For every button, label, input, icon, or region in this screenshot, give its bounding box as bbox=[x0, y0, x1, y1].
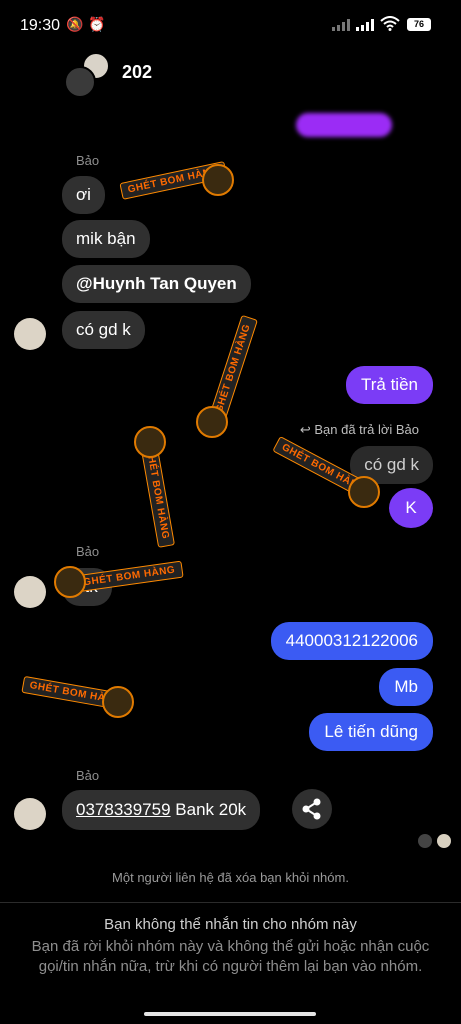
watermark-logo bbox=[196, 406, 228, 438]
seen-avatar bbox=[418, 834, 432, 848]
message-bubble[interactable]: 0378339759 Bank 20k bbox=[62, 790, 261, 830]
status-bar: 19:30 🔕 ⏰ 76 bbox=[0, 0, 461, 50]
message-bubble-outgoing[interactable]: Mb bbox=[379, 668, 433, 706]
message-bubble[interactable]: mik bận bbox=[62, 220, 150, 258]
mute-icon: 🔕 bbox=[66, 16, 84, 32]
alarm-icon: ⏰ bbox=[88, 16, 106, 32]
group-avatar[interactable] bbox=[64, 50, 110, 98]
status-time: 19:30 bbox=[20, 17, 61, 34]
message-bubble[interactable]: có gd k bbox=[62, 311, 145, 349]
message-bubble[interactable]: ơi bbox=[62, 176, 105, 214]
avatar[interactable] bbox=[14, 798, 46, 830]
reply-note-text: Bạn đã trả lời Bảo bbox=[314, 422, 419, 437]
battery-icon: 76 bbox=[407, 18, 431, 31]
blocked-description: Bạn đã rời khỏi nhóm này và không thể gử… bbox=[31, 938, 430, 975]
avatar[interactable] bbox=[14, 576, 46, 608]
blurred-element bbox=[296, 113, 392, 137]
home-indicator bbox=[144, 1012, 316, 1016]
signal2-icon bbox=[356, 18, 376, 34]
sender-name: Bảo bbox=[76, 768, 100, 783]
message-bubble[interactable]: @Huynh Tan Quyen bbox=[62, 265, 251, 303]
blocked-title: Bạn không thể nhắn tin cho nhóm này bbox=[104, 916, 357, 933]
message-bubble-outgoing[interactable]: 44000312122006 bbox=[270, 622, 433, 660]
message-text: Bank 20k bbox=[170, 800, 247, 819]
watermark-logo bbox=[134, 426, 166, 458]
divider bbox=[0, 902, 461, 903]
seen-avatar bbox=[437, 834, 451, 848]
sender-name: Bảo bbox=[76, 544, 100, 559]
message-bubble-outgoing[interactable]: Lê tiến dũng bbox=[309, 713, 433, 751]
watermark-logo bbox=[102, 686, 134, 718]
signal-icon bbox=[332, 18, 352, 34]
group-title[interactable]: 202 bbox=[122, 62, 152, 83]
wifi-icon bbox=[380, 16, 400, 34]
avatar[interactable] bbox=[14, 318, 46, 350]
watermark-logo bbox=[54, 566, 86, 598]
share-icon bbox=[302, 798, 321, 820]
watermark-logo bbox=[202, 164, 234, 196]
watermark-logo bbox=[348, 476, 380, 508]
message-bubble-outgoing[interactable]: Trả tiền bbox=[345, 366, 433, 404]
sender-name: Bảo bbox=[76, 153, 100, 168]
reply-icon: ↩ bbox=[299, 422, 315, 437]
system-note: Một người liên hệ đã xóa bạn khỏi nhóm. bbox=[112, 870, 349, 885]
phone-link[interactable]: 0378339759 bbox=[76, 800, 171, 819]
message-bubble-outgoing[interactable]: K bbox=[389, 488, 433, 528]
reply-note: ↩ Bạn đã trả lời Bảo bbox=[300, 422, 419, 438]
watermark: GHÉT BOM HÀNG bbox=[75, 560, 184, 593]
share-button[interactable] bbox=[292, 789, 332, 829]
